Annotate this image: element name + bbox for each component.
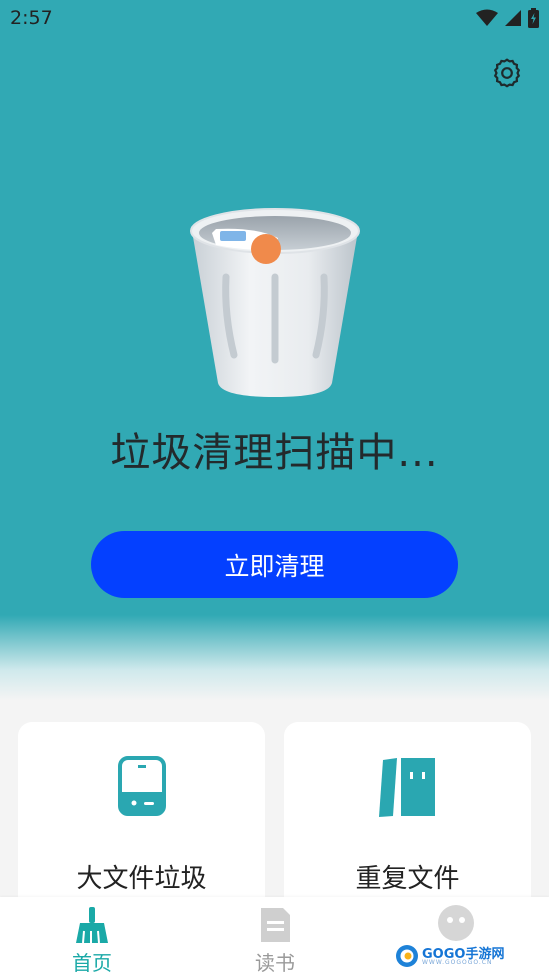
- scan-status-text: 垃圾清理扫描中...: [110, 430, 439, 476]
- wifi-icon: [476, 9, 498, 26]
- nav-item-home[interactable]: 首页: [32, 897, 152, 976]
- watermark-sub: WWW.GOGOGO.CN: [422, 959, 493, 966]
- gear-icon: [493, 58, 521, 88]
- nav-label-read: 读书: [255, 951, 295, 975]
- card-label-large-files: 大文件垃圾: [76, 864, 207, 894]
- gogo-logo-icon: [396, 945, 418, 967]
- trash-can-icon: [190, 208, 360, 397]
- duplicate-files-icon: [378, 758, 435, 817]
- signal-icon: [505, 10, 521, 26]
- status-time: 2:57: [10, 7, 53, 29]
- status-bar: 2:57: [0, 0, 549, 38]
- broom-icon: [76, 907, 108, 944]
- nav-item-profile[interactable]: [436, 903, 476, 947]
- settings-button[interactable]: [490, 56, 524, 90]
- large-files-card[interactable]: 大文件垃圾: [18, 722, 265, 922]
- watermark-logo: GOGO手游网 WWW.GOGOGO.CN: [395, 943, 505, 971]
- battery-icon: [528, 8, 539, 28]
- card-label-duplicate-files: 重复文件: [355, 864, 460, 894]
- status-icons: [476, 8, 539, 28]
- nav-label-home: 首页: [72, 951, 112, 975]
- nav-item-read[interactable]: 读书: [215, 897, 335, 976]
- avatar-icon: [438, 905, 474, 941]
- duplicate-files-card[interactable]: 重复文件: [284, 722, 531, 922]
- hard-drive-icon: [117, 756, 166, 816]
- clean-now-button[interactable]: 立即清理: [91, 531, 458, 598]
- document-icon: [261, 908, 290, 942]
